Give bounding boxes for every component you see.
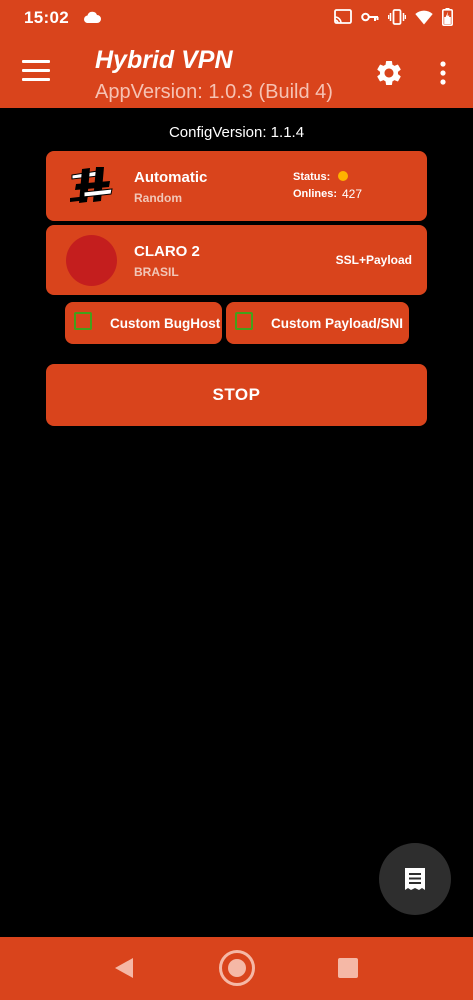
stop-button[interactable]: STOP (46, 364, 427, 426)
custom-bughost-label: Custom BugHost (110, 316, 221, 331)
onlines-label: Onlines: (293, 188, 338, 200)
status-indicator (338, 171, 348, 181)
home-icon[interactable] (218, 949, 256, 987)
network-country: BRASIL (134, 265, 179, 279)
server-mode: Random (134, 191, 182, 205)
app-bar: Hybrid VPN AppVersion: 1.0.3 (Build 4) (0, 36, 473, 108)
menu-button[interactable] (22, 60, 50, 82)
app-version: AppVersion: 1.0.3 (Build 4) (95, 81, 333, 103)
network-flag-icon (66, 235, 117, 286)
key-icon (361, 12, 379, 22)
cloud-icon (84, 11, 101, 23)
navigation-bar (0, 937, 473, 1000)
app-title: Hybrid VPN (95, 46, 233, 74)
vibrate-icon (388, 9, 406, 25)
checkbox-icon[interactable] (235, 312, 253, 330)
network-type: SSL+Payload (335, 253, 412, 267)
log-fab-button[interactable] (379, 843, 451, 915)
gear-icon[interactable] (374, 58, 404, 88)
status-bar: 15:02 (0, 0, 473, 36)
more-vert-icon[interactable] (436, 58, 450, 88)
custom-bughost-checkbox[interactable]: Custom BugHost (65, 302, 222, 344)
receipt-log-icon (405, 868, 425, 890)
checkbox-icon[interactable] (74, 312, 92, 330)
back-icon[interactable] (114, 957, 134, 979)
server-name: Automatic (134, 169, 208, 186)
battery-icon (442, 8, 453, 26)
status-time: 15:02 (24, 8, 69, 27)
wifi-icon (415, 10, 433, 24)
custom-payload-label: Custom Payload/SNI (271, 316, 404, 331)
config-version: ConfigVersion: 1.1.4 (168, 124, 305, 141)
network-name: CLARO 2 (134, 243, 200, 260)
menu-icon (22, 60, 50, 63)
status-label: Status: (293, 171, 331, 183)
cast-icon (334, 9, 352, 24)
onlines-count: 427 (342, 187, 363, 201)
hybrid-logo-icon (70, 167, 113, 203)
server-selector-card[interactable]: Automatic Random Status: Onlines: 427 (46, 151, 427, 221)
custom-payload-checkbox[interactable]: Custom Payload/SNI (226, 302, 409, 344)
recent-apps-icon[interactable] (338, 958, 358, 978)
network-selector-card[interactable]: CLARO 2 BRASIL SSL+Payload (46, 225, 427, 295)
status-icons (334, 8, 453, 26)
